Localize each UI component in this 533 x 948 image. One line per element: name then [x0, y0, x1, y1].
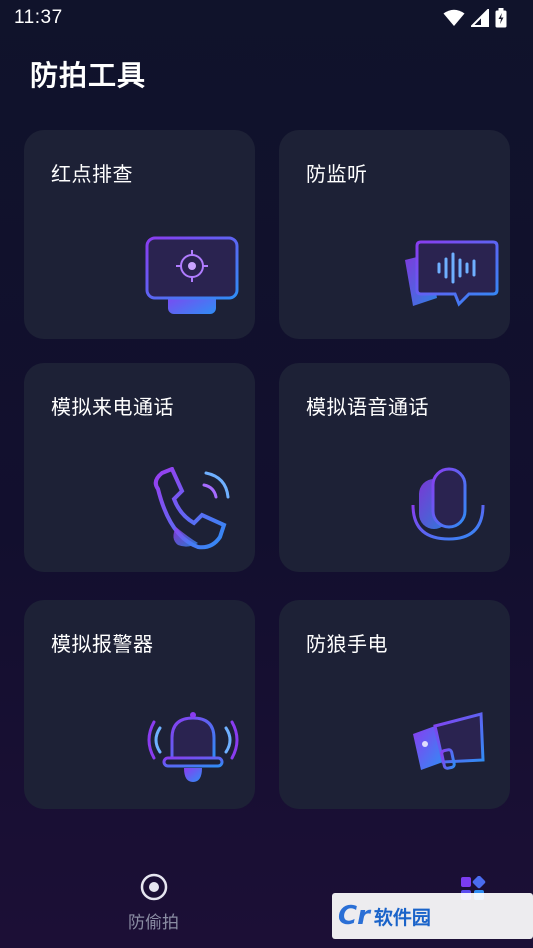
alarm-bell-icon [147, 712, 239, 782]
nav-label: 防偷拍 [128, 913, 179, 933]
watermark-logo: Cr 软件园 [332, 893, 533, 939]
card-red-dot-check[interactable]: 红点排查 [24, 130, 255, 339]
wifi-icon [443, 9, 465, 26]
monitor-target-icon [145, 236, 239, 314]
voice-chat-icon [405, 240, 499, 307]
card-label: 模拟来电通话 [51, 395, 174, 419]
microphone-icon [411, 467, 485, 554]
card-anti-listening[interactable]: 防监听 [279, 130, 510, 339]
card-label: 模拟报警器 [51, 632, 154, 656]
card-label: 防狼手电 [306, 632, 388, 656]
nav-item-anti-spy[interactable]: 防偷拍 [128, 872, 179, 933]
card-anti-wolf-flashlight[interactable]: 防狼手电 [279, 600, 510, 809]
page-title: 防拍工具 [30, 59, 147, 92]
card-label: 模拟语音通话 [306, 395, 429, 419]
battery-icon [495, 8, 507, 28]
megaphone-icon [413, 712, 485, 770]
camera-lens-icon [140, 873, 167, 901]
card-simulated-call[interactable]: 模拟来电通话 [24, 363, 255, 572]
card-simulated-alarm[interactable]: 模拟报警器 [24, 600, 255, 809]
status-time: 11:37 [14, 7, 63, 28]
signal-icon [471, 9, 489, 27]
card-label: 防监听 [306, 162, 368, 186]
phone-call-icon [153, 467, 230, 550]
watermark-text: 软件园 [373, 906, 431, 929]
card-label: 红点排查 [51, 162, 133, 186]
watermark-logo-mark: Cr [338, 901, 370, 931]
card-simulated-voice-call[interactable]: 模拟语音通话 [279, 363, 510, 572]
status-icons [443, 8, 507, 28]
status-bar: 11:37 [0, 0, 533, 36]
